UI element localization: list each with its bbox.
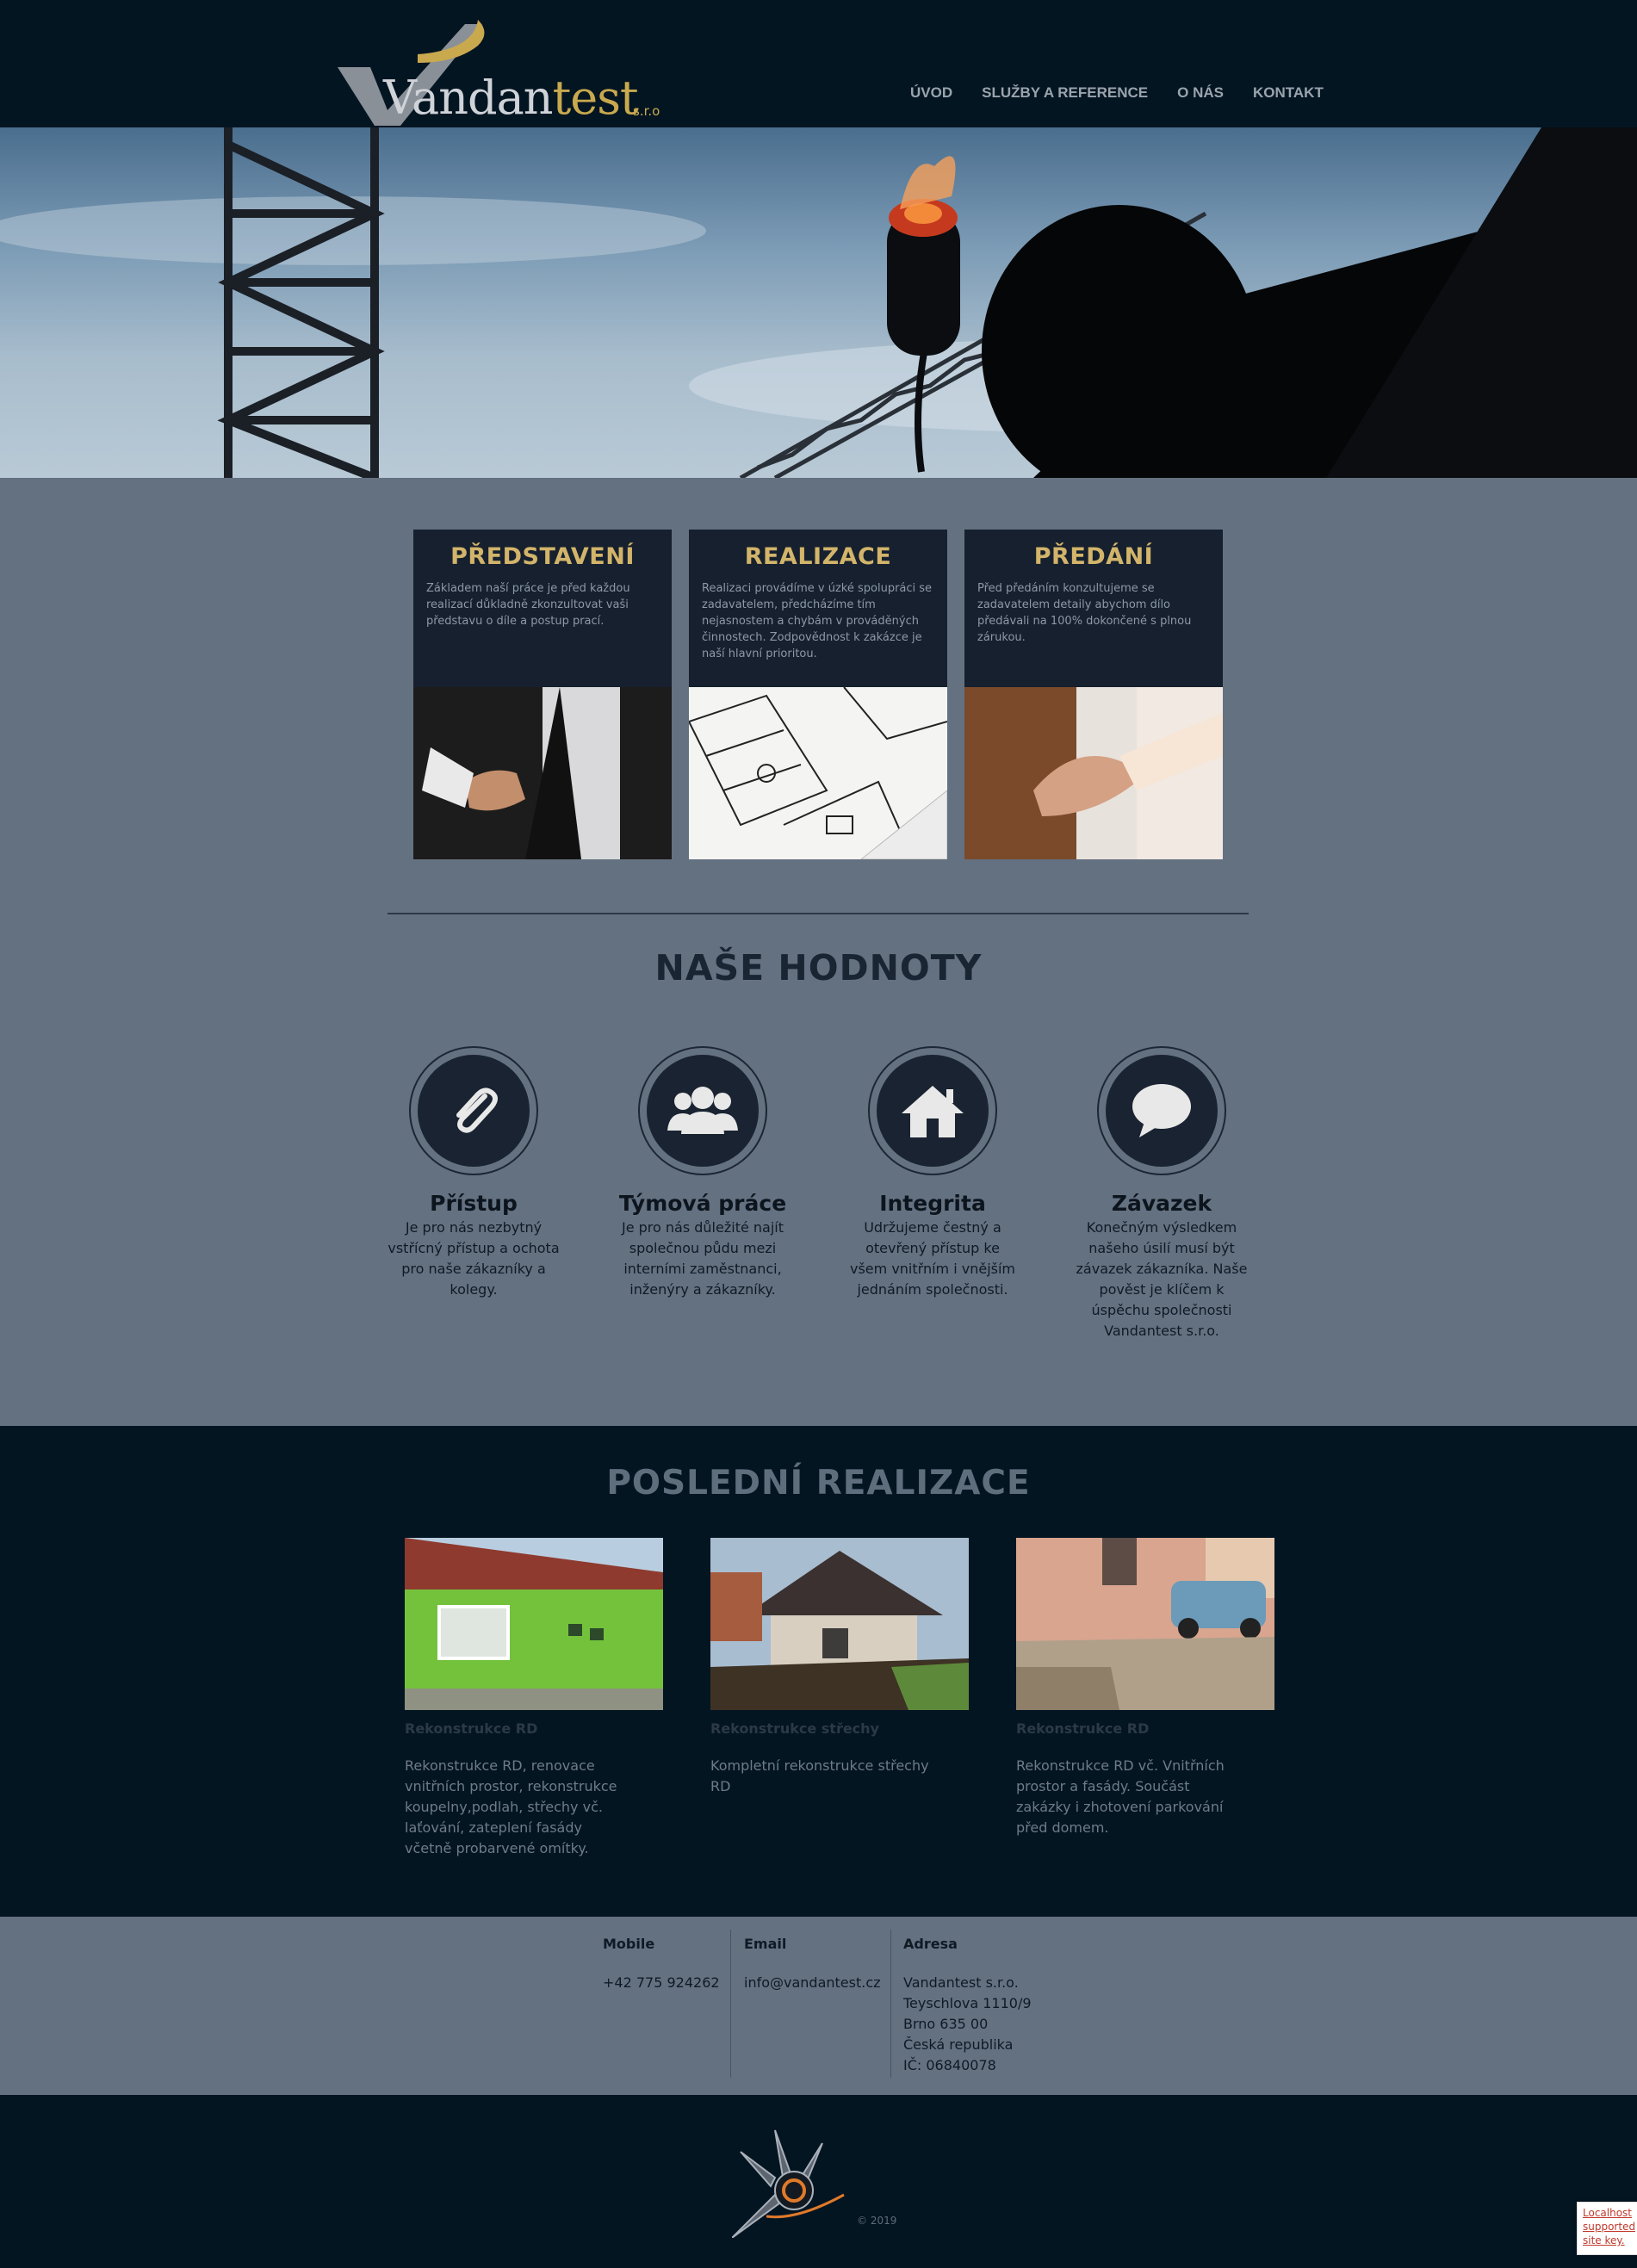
- logo-suffix: s.r.o: [633, 103, 660, 119]
- copyright: © 2019: [857, 2215, 897, 2227]
- card-realizace: REALIZACE Realizaci provádíme v úzké spo…: [689, 530, 947, 859]
- site-footer: © 2019: [0, 2095, 1637, 2268]
- contact-section: Mobile +42 775 924262 Email info@vandant…: [0, 1917, 1637, 2095]
- value-text: Konečným výsledkem našeho úsilí musí být…: [1076, 1219, 1248, 1339]
- contact-email: Email info@vandantest.cz: [744, 1936, 881, 1993]
- project-title: Rekonstrukce střechy: [710, 1720, 879, 1737]
- value-pristup: Přístup Je pro nás nezbytný vstřícný pří…: [388, 1046, 560, 1300]
- value-icon-ring: [868, 1046, 997, 1175]
- project-card[interactable]: Rekonstrukce střechy Kompletní rekonstru…: [710, 1538, 969, 1797]
- project-card[interactable]: Rekonstrukce RD Rekonstrukce RD vč. Vnit…: [1016, 1538, 1274, 1838]
- nav-uvod[interactable]: ÚVOD: [896, 84, 967, 102]
- value-text: Je pro nás nezbytný vstřícný přístup a o…: [388, 1219, 560, 1298]
- value-icon-ring: [638, 1046, 767, 1175]
- nav-sluzby[interactable]: SLUŽBY A REFERENCE: [967, 84, 1163, 102]
- contact-label: Mobile: [603, 1936, 655, 1952]
- card-title: REALIZACE: [744, 543, 892, 570]
- card-title: PŘEDÁNÍ: [1033, 543, 1154, 570]
- card-text: Základem naší práce je před každou reali…: [426, 582, 630, 628]
- logo-text: Vandantest: [383, 71, 639, 125]
- contact-mobile: Mobile +42 775 924262: [603, 1936, 720, 1993]
- hero-construction-image: [0, 127, 1637, 478]
- handshake-photo: [964, 687, 1223, 859]
- card-text: Realizaci provádíme v úzké spolupráci se…: [702, 582, 933, 660]
- address-line: IČ: 06840078: [903, 2057, 996, 2073]
- value-title: Přístup: [430, 1191, 518, 1216]
- contact-separator: [730, 1930, 731, 2078]
- value-icon-ring: [1097, 1046, 1226, 1175]
- card-predstaveni: PŘEDSTAVENÍ Základem naší práce je před …: [413, 530, 672, 859]
- hero-banner: [0, 127, 1637, 478]
- project-text: Rekonstrukce RD vč. Vnitřních prostor a …: [1016, 1757, 1225, 1836]
- project-image-roof[interactable]: [710, 1538, 969, 1710]
- recaptcha-text: site key.: [1583, 2234, 1625, 2246]
- contact-separator: [890, 1930, 891, 2078]
- section-divider: [388, 913, 1249, 914]
- value-zavazek: Závazek Konečným výsledkem našeho úsilí …: [1076, 1046, 1248, 1342]
- home-icon: [877, 1055, 989, 1167]
- paperclip-icon: [418, 1055, 530, 1167]
- recent-projects-title: POSLEDNÍ REALIZACE: [606, 1464, 1031, 1503]
- contact-label: Adresa: [903, 1936, 958, 1952]
- value-title: Týmová práce: [618, 1191, 787, 1216]
- speech-bubble-icon: [1106, 1055, 1218, 1167]
- smart-graphic-logo[interactable]: [732, 2126, 857, 2238]
- team-icon: [647, 1055, 759, 1167]
- site-header: Vandantest s.r.o ÚVOD SLUŽBY A REFERENCE…: [0, 0, 1637, 127]
- address-line: Vandantest s.r.o.: [903, 1974, 1019, 1991]
- process-cards: PŘEDSTAVENÍ Základem naší práce je před …: [413, 530, 1223, 859]
- contact-address: Adresa Vandantest s.r.o. Teyschlova 1110…: [903, 1936, 1032, 2076]
- nav-o-nas[interactable]: O NÁS: [1163, 84, 1238, 102]
- address-line: Teyschlova 1110/9: [903, 1995, 1032, 2011]
- value-icon-ring: [409, 1046, 538, 1175]
- value-title: Integrita: [879, 1191, 986, 1216]
- project-card[interactable]: Rekonstrukce RD Rekonstrukce RD, renovac…: [405, 1538, 663, 1859]
- value-integrita: Integrita Udržujeme čestný a otevřený př…: [846, 1046, 1019, 1300]
- value-title: Závazek: [1111, 1191, 1212, 1216]
- card-title: PŘEDSTAVENÍ: [450, 543, 635, 570]
- project-title: Rekonstrukce RD: [1016, 1720, 1150, 1737]
- card-predani: PŘEDÁNÍ Před předáním konzultujeme se za…: [964, 530, 1223, 859]
- recaptcha-text: supported: [1583, 2221, 1636, 2233]
- recent-projects-section: POSLEDNÍ REALIZACE Rekonstrukce RD Rekon…: [0, 1426, 1637, 1917]
- project-text: Kompletní rekonstrukce střechy RD: [710, 1757, 929, 1794]
- project-image-green-house[interactable]: [405, 1538, 663, 1710]
- recaptcha-text: Localhost: [1583, 2207, 1633, 2219]
- value-text: Je pro nás důležité najít společnou půdu…: [621, 1219, 784, 1298]
- address-line: Brno 635 00: [903, 2016, 989, 2032]
- floor-plan-photo: [689, 687, 947, 859]
- nav-kontakt[interactable]: KONTAKT: [1238, 84, 1338, 102]
- recaptcha-badge[interactable]: Localhost supported site key.: [1577, 2202, 1637, 2255]
- address-line: Česká republika: [903, 2036, 1014, 2053]
- mobile-value[interactable]: +42 775 924262: [603, 1973, 720, 1993]
- values-title: NAŠE HODNOTY: [654, 947, 983, 988]
- project-title: Rekonstrukce RD: [405, 1720, 538, 1737]
- address-value: Vandantest s.r.o. Teyschlova 1110/9 Brno…: [903, 1973, 1032, 2076]
- project-image-parking[interactable]: [1016, 1538, 1274, 1710]
- contact-label: Email: [744, 1936, 787, 1952]
- main-nav: ÚVOD SLUŽBY A REFERENCE O NÁS KONTAKT: [896, 84, 1338, 102]
- value-tymova-prace: Týmová práce Je pro nás důležité najít s…: [617, 1046, 789, 1300]
- project-text: Rekonstrukce RD, renovace vnitřních pros…: [405, 1757, 617, 1856]
- email-value[interactable]: info@vandantest.cz: [744, 1973, 881, 1993]
- handshake-offer-photo: [413, 687, 672, 859]
- value-text: Udržujeme čestný a otevřený přístup ke v…: [850, 1219, 1015, 1298]
- card-text: Před předáním konzultujeme se zadavatele…: [977, 582, 1192, 644]
